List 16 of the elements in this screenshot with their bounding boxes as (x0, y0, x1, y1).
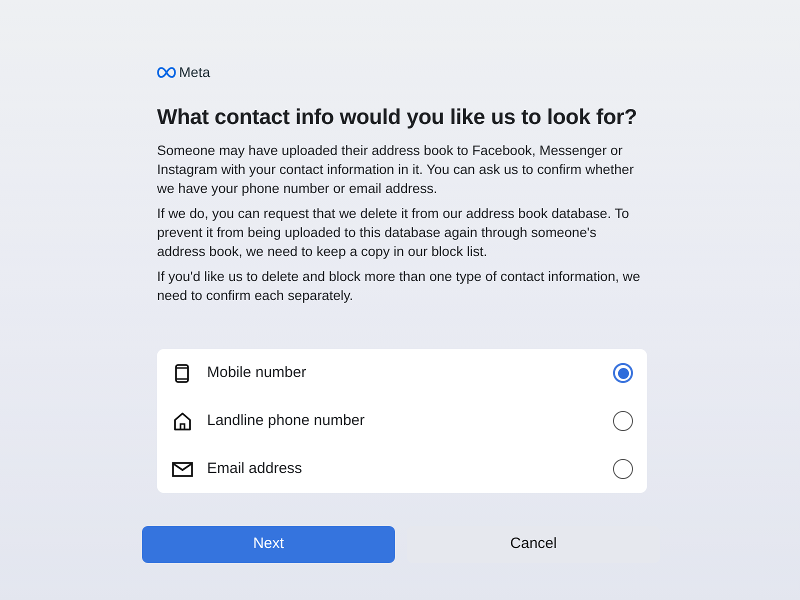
envelope-icon (172, 462, 192, 476)
radio-button[interactable] (613, 363, 633, 383)
brand-name: Meta (179, 62, 210, 82)
infinity-logo-icon (157, 66, 176, 78)
body-paragraph: Someone may have uploaded their address book to Facebook, Messenger or Instagram with your contact information in it. You can ask us to confirm whether we have your phone number or email address. (157, 142, 635, 198)
phone-icon (175, 364, 189, 382)
body-paragraph: If you'd like us to delete and block more than one type of contact information, we need to confirm each separately. (157, 268, 642, 305)
body-paragraph: If we do, you can request that we delete it from our address book database. To prevent it from being uploaded to this database again through someone's address book, we need to keep a copy in our block list. (157, 205, 630, 261)
option-label: Mobile number (207, 362, 308, 383)
option-label: Landline phone number (207, 410, 366, 431)
page-title: What contact info would you like us to look for? (157, 104, 638, 131)
option-label: Email address (207, 458, 304, 479)
home-icon (172, 412, 192, 430)
radio-button[interactable] (613, 411, 633, 431)
next-button[interactable]: Next (142, 526, 395, 563)
radio-button[interactable] (613, 459, 633, 479)
